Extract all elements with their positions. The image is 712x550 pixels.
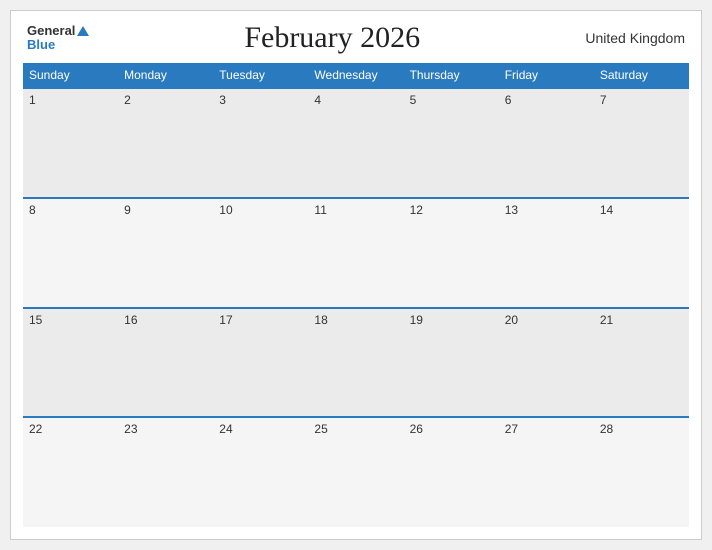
calendar-day-cell: 18 <box>308 308 403 418</box>
calendar-day-cell: 7 <box>594 88 689 198</box>
calendar-day-cell: 25 <box>308 417 403 527</box>
day-number: 3 <box>219 93 226 107</box>
calendar-day-cell: 21 <box>594 308 689 418</box>
header-wednesday: Wednesday <box>308 63 403 88</box>
calendar-table: Sunday Monday Tuesday Wednesday Thursday… <box>23 63 689 527</box>
calendar-day-cell: 22 <box>23 417 118 527</box>
calendar-day-cell: 5 <box>404 88 499 198</box>
calendar-week-row: 8 9 10 11 12 13 14 <box>23 198 689 308</box>
calendar-day-cell: 11 <box>308 198 403 308</box>
day-number: 28 <box>600 422 613 436</box>
calendar-day-cell: 20 <box>499 308 594 418</box>
calendar-day-cell: 10 <box>213 198 308 308</box>
calendar-header: General Blue February 2026 United Kingdo… <box>23 21 689 55</box>
calendar-day-cell: 23 <box>118 417 213 527</box>
logo: General Blue <box>27 24 89 53</box>
day-number: 17 <box>219 313 232 327</box>
header-tuesday: Tuesday <box>213 63 308 88</box>
day-number: 8 <box>29 203 36 217</box>
calendar-day-cell: 17 <box>213 308 308 418</box>
day-number: 14 <box>600 203 613 217</box>
calendar-day-cell: 26 <box>404 417 499 527</box>
day-number: 16 <box>124 313 137 327</box>
logo-triangle-icon <box>77 26 89 36</box>
calendar-day-cell: 8 <box>23 198 118 308</box>
day-number: 11 <box>314 203 326 217</box>
calendar-day-cell: 16 <box>118 308 213 418</box>
calendar-day-cell: 19 <box>404 308 499 418</box>
day-number: 22 <box>29 422 42 436</box>
weekday-header-row: Sunday Monday Tuesday Wednesday Thursday… <box>23 63 689 88</box>
calendar-week-row: 1 2 3 4 5 6 7 <box>23 88 689 198</box>
calendar-day-cell: 27 <box>499 417 594 527</box>
day-number: 18 <box>314 313 327 327</box>
day-number: 27 <box>505 422 518 436</box>
calendar-day-cell: 12 <box>404 198 499 308</box>
day-number: 4 <box>314 93 321 107</box>
calendar-day-cell: 24 <box>213 417 308 527</box>
header-friday: Friday <box>499 63 594 88</box>
day-number: 21 <box>600 313 613 327</box>
calendar-day-cell: 13 <box>499 198 594 308</box>
day-number: 6 <box>505 93 512 107</box>
day-number: 25 <box>314 422 327 436</box>
calendar-day-cell: 28 <box>594 417 689 527</box>
calendar-day-cell: 3 <box>213 88 308 198</box>
logo-general-text: General <box>27 24 89 38</box>
day-number: 2 <box>124 93 131 107</box>
header-sunday: Sunday <box>23 63 118 88</box>
day-number: 26 <box>410 422 423 436</box>
calendar-day-cell: 6 <box>499 88 594 198</box>
day-number: 23 <box>124 422 137 436</box>
day-number: 7 <box>600 93 607 107</box>
calendar-week-row: 22 23 24 25 26 27 28 <box>23 417 689 527</box>
month-title: February 2026 <box>89 21 575 55</box>
country-label: United Kingdom <box>575 30 685 46</box>
day-number: 15 <box>29 313 42 327</box>
calendar-day-cell: 1 <box>23 88 118 198</box>
day-number: 5 <box>410 93 417 107</box>
header-saturday: Saturday <box>594 63 689 88</box>
calendar-day-cell: 9 <box>118 198 213 308</box>
day-number: 13 <box>505 203 518 217</box>
day-number: 20 <box>505 313 518 327</box>
day-number: 19 <box>410 313 423 327</box>
day-number: 1 <box>29 93 36 107</box>
calendar-week-row: 15 16 17 18 19 20 21 <box>23 308 689 418</box>
calendar-day-cell: 15 <box>23 308 118 418</box>
day-number: 12 <box>410 203 423 217</box>
calendar-container: General Blue February 2026 United Kingdo… <box>10 10 702 540</box>
header-monday: Monday <box>118 63 213 88</box>
day-number: 10 <box>219 203 232 217</box>
calendar-day-cell: 4 <box>308 88 403 198</box>
calendar-day-cell: 2 <box>118 88 213 198</box>
calendar-day-cell: 14 <box>594 198 689 308</box>
header-thursday: Thursday <box>404 63 499 88</box>
day-number: 9 <box>124 203 131 217</box>
logo-blue-text: Blue <box>27 38 89 52</box>
day-number: 24 <box>219 422 232 436</box>
